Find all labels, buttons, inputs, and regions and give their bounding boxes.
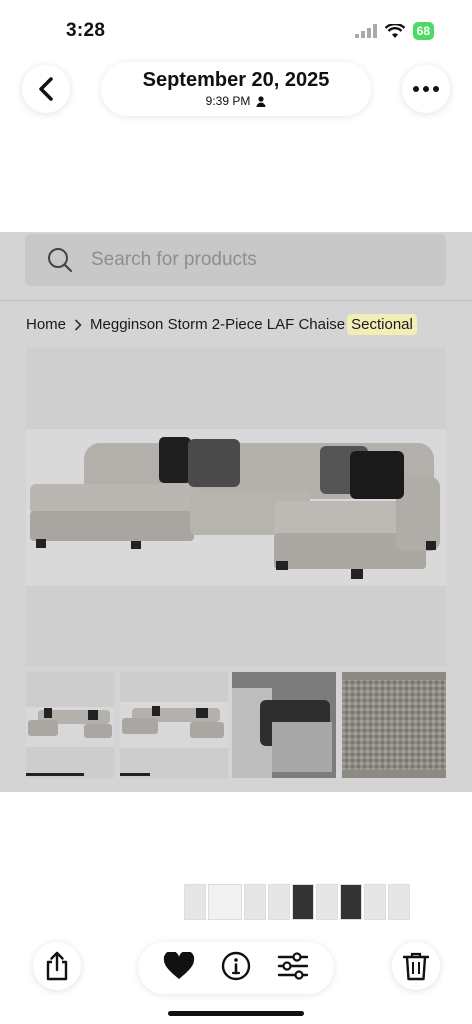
photo-date: September 20, 2025 [142, 69, 330, 91]
ellipsis-icon [413, 86, 439, 92]
filmstrip-thumbnail[interactable] [184, 884, 206, 920]
adjust-button[interactable] [277, 951, 309, 985]
share-button[interactable] [33, 942, 81, 990]
filmstrip-thumbnail[interactable] [244, 884, 266, 920]
sectional-sofa-image [30, 437, 440, 579]
sofa-photo [26, 429, 446, 586]
info-icon [221, 951, 251, 980]
wifi-icon [384, 23, 405, 38]
navigation-row: September 20, 2025 9:39 PM [0, 62, 472, 122]
photo-actions [138, 942, 334, 994]
fabric-swatch-image [342, 680, 446, 770]
share-icon [46, 951, 68, 981]
sectional-sofa-image [26, 707, 114, 747]
filmstrip-thumbnail[interactable] [388, 884, 410, 920]
back-button[interactable] [22, 65, 70, 113]
filmstrip-thumbnail[interactable] [292, 884, 314, 920]
thumbnail[interactable] [342, 672, 446, 778]
filmstrip-thumbnail[interactable] [268, 884, 290, 920]
breadcrumb-home: Home [26, 316, 67, 333]
status-time: 3:28 [66, 20, 106, 41]
breadcrumb: Home Megginson Storm 2-Piece LAF Chaise … [26, 314, 417, 335]
sliders-icon [277, 951, 309, 980]
search-bar: Search for products [25, 234, 446, 286]
filmstrip-thumbnail[interactable] [364, 884, 386, 920]
detail-photo-image [232, 672, 336, 778]
cellular-signal-icon [354, 24, 377, 38]
filmstrip-thumbnail[interactable] [316, 884, 338, 920]
main-product-image [26, 348, 446, 666]
photo-filmstrip[interactable] [184, 884, 410, 920]
info-button[interactable] [221, 951, 251, 986]
more-button[interactable] [402, 65, 450, 113]
home-indicator[interactable] [168, 1011, 304, 1016]
filmstrip-thumbnail[interactable] [340, 884, 362, 920]
status-icons: 68 [354, 22, 434, 40]
thumbnail-indicator [120, 773, 150, 776]
sectional-sofa-image [120, 702, 228, 748]
thumbnail-strip [26, 672, 446, 778]
divider [0, 300, 472, 301]
favorite-button[interactable] [163, 950, 195, 985]
breadcrumb-product: Megginson Storm 2-Piece LAF Chaise [90, 316, 346, 333]
bottom-toolbar [0, 940, 472, 1000]
screenshot-photo[interactable]: Search for products Home Megginson Storm… [0, 232, 472, 792]
photo-time: 9:39 PM [205, 94, 251, 108]
thumbnail[interactable] [26, 672, 114, 778]
date-header[interactable]: September 20, 2025 9:39 PM [101, 62, 371, 116]
thumbnail-indicator [26, 773, 84, 776]
chevron-left-icon [39, 77, 53, 101]
trash-icon [403, 952, 429, 981]
person-icon [256, 95, 266, 107]
battery-indicator: 68 [412, 22, 434, 40]
heart-icon [163, 950, 195, 979]
chevron-right-icon [74, 318, 82, 331]
thumbnail[interactable] [232, 672, 336, 778]
filmstrip-thumbnail-current[interactable] [208, 884, 242, 920]
delete-button[interactable] [392, 942, 440, 990]
thumbnail[interactable] [120, 672, 228, 778]
search-placeholder: Search for products [91, 249, 257, 270]
photo-time-row: 9:39 PM [101, 94, 371, 108]
highlighted-text: Sectional [347, 314, 417, 335]
status-bar: 3:28 68 [0, 0, 472, 60]
search-icon [48, 248, 73, 273]
